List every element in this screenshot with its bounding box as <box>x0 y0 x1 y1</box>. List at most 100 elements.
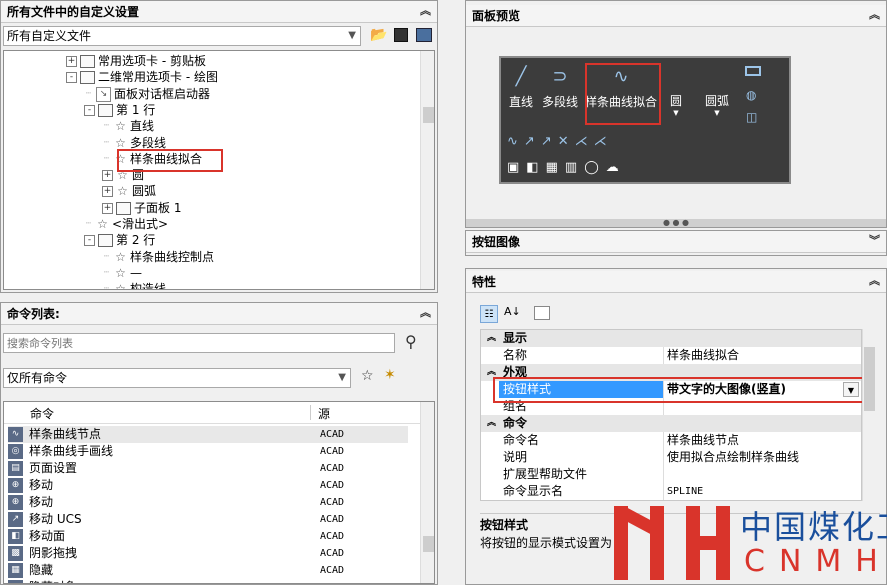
properties-header: 特性 ︽ <box>466 271 886 293</box>
wipeout-icon[interactable]: ◧ <box>526 160 545 175</box>
command-icon: ▦ <box>8 563 23 578</box>
arc-button[interactable]: 圆弧 ▼ <box>701 92 733 117</box>
polyline-icon: ⊃ <box>552 66 568 87</box>
customization-tree: + 常用选项卡 - 剪贴板 - 二维常用选项卡 - 绘图 ┄ ↘ 面板对话框启动器 - 第 1 … <box>3 50 435 290</box>
property-help-file[interactable]: 扩展型帮助文件 <box>481 466 861 483</box>
tree-scrollbar[interactable] <box>420 51 434 289</box>
expand-icon[interactable]: + <box>66 56 77 67</box>
command-star-icon: ☆ <box>115 135 126 150</box>
command-search-input[interactable] <box>3 333 395 353</box>
tree-item[interactable]: ┄ ↘ 面板对话框启动器 <box>84 86 210 102</box>
splitter-grip[interactable]: ● ● ● <box>466 219 886 227</box>
command-row[interactable]: ▦ 隐藏 ACAD <box>8 562 408 579</box>
tree-item[interactable]: - 二维常用选项卡 - 绘图 <box>66 69 218 85</box>
rectangle-icon[interactable] <box>745 66 761 76</box>
command-row[interactable]: ▤ 页面设置 ACAD <box>8 460 408 477</box>
collapse-icon[interactable]: ︽ <box>869 274 880 288</box>
line-button[interactable]: ╱ 直线 <box>505 66 537 110</box>
property-command-name[interactable]: 命令名 样条曲线节点 <box>481 432 861 449</box>
tree-item[interactable]: ┄ ☆ — <box>102 265 142 281</box>
command-source: ACAD <box>320 514 345 525</box>
tree-item[interactable]: - 第 2 行 <box>84 232 155 248</box>
command-row[interactable]: ↗ 移动 UCS ACAD <box>8 511 408 528</box>
command-name: 隐藏 <box>29 563 54 577</box>
category-display[interactable]: ︽ 显示 <box>481 330 861 347</box>
expand-icon[interactable]: + <box>102 170 113 182</box>
find-command-icon[interactable]: ☆ <box>361 368 374 384</box>
table-icon[interactable]: ▦ <box>546 160 565 175</box>
command-row[interactable]: ⊕ 移动 ACAD <box>8 494 408 511</box>
multiple-points-icon[interactable]: ✕ <box>558 134 575 149</box>
properties-scroll-thumb[interactable] <box>864 347 875 411</box>
collapse-icon[interactable]: - <box>66 72 77 84</box>
tree-item[interactable]: + ☆ 圆弧 <box>102 183 156 199</box>
collapse-icon[interactable]: ︽ <box>420 4 431 18</box>
category-command[interactable]: ︽ 命令 <box>481 415 861 432</box>
expand-icon[interactable]: ︾ <box>869 234 880 248</box>
save-icon[interactable] <box>394 28 408 42</box>
tree-item[interactable]: ┄ ☆ 样条曲线控制点 <box>102 249 214 265</box>
customization-file-select[interactable]: 所有自定义文件 ▼ <box>3 26 361 46</box>
expand-icon[interactable]: + <box>102 202 113 214</box>
command-scrollbar[interactable] <box>420 402 434 583</box>
tree-item[interactable]: + 常用选项卡 - 剪贴板 <box>66 53 206 69</box>
hatch-icon[interactable]: ◍ <box>746 88 756 102</box>
tree-connector: ┄ <box>103 284 110 290</box>
tree-item-label: 样条曲线控制点 <box>130 249 215 264</box>
tree-scroll-thumb[interactable] <box>423 107 434 123</box>
collapse-icon[interactable]: ︽ <box>420 306 431 320</box>
gradient-icon[interactable]: ▥ <box>565 160 584 175</box>
expand-icon[interactable]: + <box>102 186 113 198</box>
tree-item-label: 第 2 行 <box>116 233 156 248</box>
collapse-icon[interactable]: - <box>84 104 95 116</box>
tree-connector: ┄ <box>103 251 110 262</box>
command-row[interactable]: ◎ 样条曲线手画线 ACAD <box>8 443 408 460</box>
column-source[interactable]: 源 <box>318 405 330 422</box>
command-row[interactable]: ⊕ 移动 ACAD <box>8 477 408 494</box>
tree-item[interactable]: ┄ ☆ 直线 <box>102 118 154 134</box>
property-description[interactable]: 说明 使用拟合点绘制样条曲线 <box>481 449 861 466</box>
properties-scrollbar[interactable] <box>862 329 877 501</box>
xline-icon[interactable]: ↗ <box>524 134 541 149</box>
command-row[interactable]: ▩ 阴影拖拽 ACAD <box>8 545 408 562</box>
tree-item[interactable]: ┄ ☆ 构造线 <box>102 281 166 290</box>
command-list-header: 命令列表: ︽ <box>1 303 437 325</box>
collapse-icon[interactable]: - <box>84 235 95 247</box>
tree-item-label: 常用选项卡 - 剪贴板 <box>98 54 206 68</box>
donut-icon[interactable]: ◯ <box>584 160 606 175</box>
button-image-header[interactable]: 按钮图像 ︾ <box>466 231 886 253</box>
command-source: ACAD <box>320 565 345 576</box>
boundary-icon[interactable]: ◫ <box>746 110 757 124</box>
polyline-button[interactable]: ⊃ 多段线 <box>539 66 581 110</box>
command-icon: ◎ <box>8 444 23 459</box>
measure-icon[interactable]: ⋌ <box>594 134 613 149</box>
property-grid: ︽ 显示 名称 样条曲线拟合 ︽ 外观 按钮样式 带文字的大图像(竖直) ▼ 组… <box>480 329 862 501</box>
load-file-icon[interactable] <box>416 28 432 42</box>
ray-icon[interactable]: ↗ <box>541 134 558 149</box>
circle-button[interactable]: 圆 ▼ <box>665 92 687 117</box>
revcloud-icon[interactable]: ☁ <box>606 160 626 175</box>
new-command-icon[interactable]: ✶ <box>384 367 396 383</box>
watermark: 中国煤化工 CNMHG <box>612 492 887 585</box>
categorized-icon[interactable]: ☷ <box>480 305 498 323</box>
collapse-icon[interactable]: ︽ <box>869 8 880 22</box>
command-row[interactable]: ▦ 隐藏对象 <box>8 579 408 583</box>
column-command[interactable]: 命令 <box>30 405 54 422</box>
command-name: 移动 UCS <box>29 512 82 526</box>
command-filter-select[interactable]: 仅所有命令 ▼ <box>3 368 351 388</box>
tree-item[interactable]: - 第 1 行 <box>84 102 155 118</box>
spline-cv-icon[interactable]: ∿ <box>507 134 524 149</box>
tree-item[interactable]: ┄ ☆ <滑出式> <box>84 216 168 232</box>
alphabetical-icon[interactable]: A↓ <box>504 305 521 318</box>
command-row[interactable]: ∿ 样条曲线节点 ACAD <box>8 426 408 443</box>
region-icon[interactable]: ▣ <box>507 160 526 175</box>
command-scroll-thumb[interactable] <box>423 536 434 552</box>
property-pages-icon[interactable] <box>534 306 550 320</box>
divide-icon[interactable]: ⋌ <box>575 134 594 149</box>
open-file-icon[interactable]: 📂 <box>370 27 388 45</box>
property-name[interactable]: 名称 样条曲线拟合 <box>481 347 861 364</box>
search-icon[interactable]: ⚲ <box>405 332 417 351</box>
tree-item[interactable]: + 子面板 1 <box>102 200 181 216</box>
button-image-section: 按钮图像 ︾ <box>465 230 887 256</box>
command-row[interactable]: ◧ 移动面 ACAD <box>8 528 408 545</box>
